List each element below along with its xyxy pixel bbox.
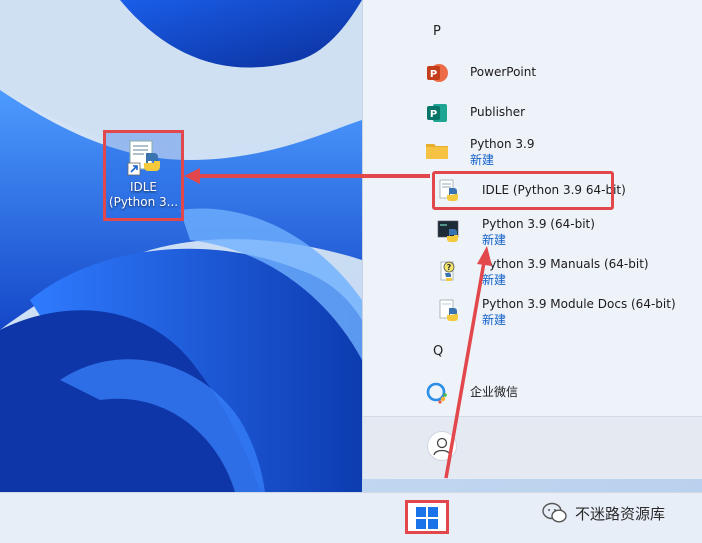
app-name: 企业微信 <box>470 385 519 399</box>
app-name: Python 3.9 (64-bit) <box>482 217 595 231</box>
new-badge: 新建 <box>482 313 507 327</box>
python-docs-icon <box>439 299 458 321</box>
app-item-python-module-docs[interactable]: Python 3.9 Module Docs (64-bit) 新建 <box>437 296 701 332</box>
app-name: Publisher <box>470 105 526 119</box>
new-badge: 新建 <box>482 233 507 247</box>
start-menu-footer <box>363 416 702 479</box>
app-name: PowerPoint <box>470 65 537 79</box>
app-item-python-manuals[interactable]: ? Python 3.9 Manuals (64-bit) 新建 <box>437 256 697 292</box>
publisher-icon: P <box>427 104 447 122</box>
app-item-python-3-9-64bit[interactable]: Python 3.9 (64-bit) 新建 <box>437 216 677 252</box>
svg-text:P: P <box>430 109 437 120</box>
watermark: 不迷路资源库 <box>541 501 665 525</box>
app-folder-python-3-9[interactable]: Python 3.9 新建 <box>425 136 685 172</box>
python-console-icon <box>437 220 459 242</box>
app-item-wecom[interactable]: 企业微信 <box>425 378 685 414</box>
powerpoint-icon: P <box>427 64 448 82</box>
shortcut-label-line1: IDLE <box>129 180 158 194</box>
taskbar: 不迷路资源库 <box>0 492 702 543</box>
idle-highlight-box <box>432 171 614 210</box>
app-item-publisher[interactable]: P Publisher <box>425 98 685 134</box>
idle-shortcut-icon <box>127 140 160 176</box>
folder-icon <box>426 144 448 159</box>
wecom-icon <box>426 382 447 404</box>
user-icon <box>433 437 451 456</box>
new-badge: 新建 <box>482 273 507 287</box>
wechat-logo-icon <box>542 502 567 523</box>
desktop-shortcut-idle[interactable]: IDLE (Python 3... <box>103 130 184 221</box>
section-letter-p[interactable]: P <box>433 24 441 39</box>
app-name: Python 3.9 <box>470 137 535 151</box>
app-item-powerpoint[interactable]: P PowerPoint <box>425 58 685 94</box>
svg-text:P: P <box>430 69 437 80</box>
section-letter-q[interactable]: Q <box>433 344 443 359</box>
shortcut-label-line2: (Python 3... <box>108 195 179 209</box>
new-badge: 新建 <box>470 153 495 167</box>
shortcut-label: IDLE (Python 3... <box>106 180 181 210</box>
app-name: Python 3.9 Module Docs (64-bit) <box>482 297 676 311</box>
watermark-text: 不迷路资源库 <box>575 504 666 523</box>
svg-text:?: ? <box>447 263 452 272</box>
app-name: Python 3.9 Manuals (64-bit) <box>482 257 649 271</box>
start-menu-all-apps: P P PowerPoint P Publisher Python 3.9 新建… <box>362 0 702 479</box>
python-manuals-icon: ? <box>440 261 455 281</box>
start-button[interactable] <box>405 500 449 534</box>
user-avatar[interactable] <box>427 431 457 461</box>
windows-logo-icon <box>416 507 438 529</box>
